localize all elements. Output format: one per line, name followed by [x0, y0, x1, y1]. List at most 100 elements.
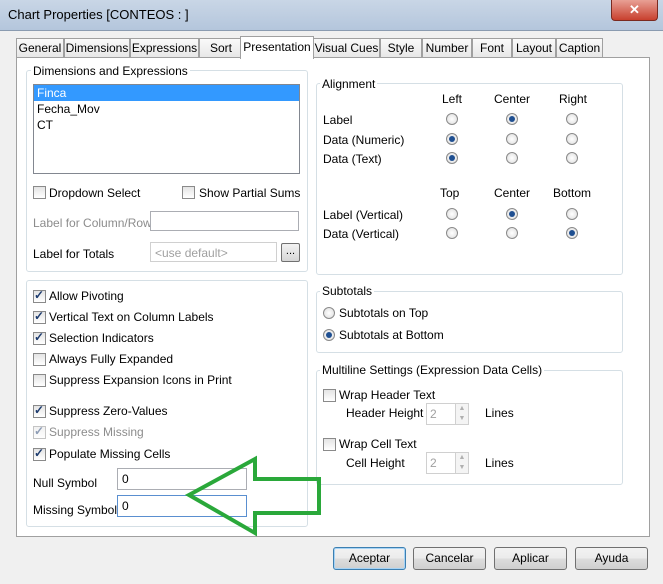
alignment-group-label: Alignment [320, 77, 378, 91]
missing-symbol-label: Missing Symbol [33, 503, 118, 517]
wrap-header-checkbox[interactable] [323, 389, 336, 402]
valign-row-data: Data (Vertical) [323, 227, 400, 241]
align-label-center-radio[interactable] [506, 113, 518, 125]
tab-general[interactable]: General [16, 38, 64, 58]
align-numeric-right-radio[interactable] [566, 133, 578, 145]
align-header-left: Left [442, 92, 463, 106]
align-text-center-radio[interactable] [506, 152, 518, 164]
vertical-text-checkbox[interactable] [33, 309, 46, 324]
suppress-expansion-icons-checkbox[interactable] [33, 374, 46, 387]
subtotals-top-label: Subtotals on Top [339, 306, 429, 320]
tab-expressions[interactable]: Expressions [130, 38, 199, 58]
header-height-input[interactable]: 2 [426, 403, 456, 425]
multiline-group-label: Multiline Settings (Expression Data Cell… [320, 363, 545, 377]
subtotals-group-label: Subtotals [320, 284, 375, 298]
dims-expr-group-label: Dimensions and Expressions [31, 64, 190, 78]
valign-row-label: Label (Vertical) [323, 208, 404, 222]
cell-height-input[interactable]: 2 [426, 452, 456, 474]
annotation-arrow-shape [185, 455, 321, 537]
valign-data-bottom-radio[interactable] [566, 227, 578, 239]
valign-data-center-radio[interactable] [506, 227, 518, 239]
align-header-center: Center [494, 92, 531, 106]
list-item[interactable]: CT [34, 117, 299, 133]
selection-indicators-label: Selection Indicators [49, 331, 154, 345]
tab-presentation[interactable]: Presentation [240, 36, 314, 59]
alignment-group [316, 83, 623, 275]
tab-sort[interactable]: Sort [199, 38, 243, 58]
valign-label-bottom-radio[interactable] [566, 208, 578, 220]
valign-label-top-radio[interactable] [446, 208, 458, 220]
align-header-right: Right [559, 92, 588, 106]
align-label-right-radio[interactable] [566, 113, 578, 125]
selection-indicators-checkbox[interactable] [33, 330, 46, 345]
wrap-cell-checkbox[interactable] [323, 438, 336, 451]
subtotals-top-radio[interactable] [323, 307, 335, 319]
allow-pivoting-label: Allow Pivoting [49, 289, 124, 303]
tab-style[interactable]: Style [380, 38, 422, 58]
cancel-button[interactable]: Cancelar [413, 547, 486, 570]
annotation-arrow-icon [185, 455, 321, 537]
vertical-text-label: Vertical Text on Column Labels [49, 310, 214, 324]
cell-height-label: Cell Height [346, 456, 405, 470]
ok-button[interactable]: Aceptar [333, 547, 406, 570]
subtotals-group [316, 291, 623, 353]
close-button[interactable]: ✕ [611, 0, 658, 21]
label-for-totals-label: Label for Totals [33, 247, 115, 261]
align-numeric-center-radio[interactable] [506, 133, 518, 145]
align-label-left-radio[interactable] [446, 113, 458, 125]
tab-number[interactable]: Number [422, 38, 472, 58]
suppress-expansion-icons-label: Suppress Expansion Icons in Print [49, 373, 232, 387]
tab-visual-cues[interactable]: Visual Cues [313, 38, 380, 58]
header-height-stepper[interactable]: ▲ ▼ [455, 403, 469, 425]
suppress-missing-checkbox[interactable] [33, 424, 46, 439]
align-numeric-left-radio[interactable] [446, 133, 458, 145]
subtotals-bottom-radio[interactable] [323, 329, 335, 341]
align-text-left-radio[interactable] [446, 152, 458, 164]
header-height-label: Header Height [346, 406, 424, 420]
show-partial-sums-label: Show Partial Sums [199, 186, 301, 200]
close-icon: ✕ [629, 2, 640, 17]
populate-missing-cells-checkbox[interactable] [33, 446, 46, 461]
tab-layout[interactable]: Layout [512, 38, 556, 58]
wrap-cell-label: Wrap Cell Text [339, 437, 417, 451]
align-row-label: Label [323, 113, 353, 127]
list-item[interactable]: Fecha_Mov [34, 101, 299, 117]
apply-button[interactable]: Aplicar [494, 547, 567, 570]
show-partial-sums-checkbox[interactable] [182, 186, 195, 199]
title-bar: Chart Properties [CONTEOS : ] ✕ [0, 0, 663, 31]
cell-height-stepper[interactable]: ▲ ▼ [455, 452, 469, 474]
label-for-totals-input[interactable]: <use default> [150, 242, 277, 262]
always-expanded-label: Always Fully Expanded [49, 352, 174, 366]
suppress-zero-values-label: Suppress Zero-Values [49, 404, 168, 418]
cell-height-unit: Lines [485, 456, 514, 470]
tab-font[interactable]: Font [472, 38, 512, 58]
tab-dimensions[interactable]: Dimensions [64, 38, 130, 58]
suppress-missing-label: Suppress Missing [49, 425, 144, 439]
tab-caption[interactable]: Caption [556, 38, 603, 58]
align-row-data-numeric: Data (Numeric) [323, 133, 405, 147]
valign-header-top: Top [440, 186, 460, 200]
label-column-row-label: Label for Column/Row [33, 216, 152, 230]
wrap-header-label: Wrap Header Text [339, 388, 436, 402]
align-row-data-text: Data (Text) [323, 152, 382, 166]
populate-missing-cells-label: Populate Missing Cells [49, 447, 171, 461]
null-symbol-label: Null Symbol [33, 476, 98, 490]
dropdown-select-checkbox[interactable] [33, 186, 46, 199]
label-totals-browse-button[interactable]: ... [281, 243, 300, 262]
help-button[interactable]: Ayuda [575, 547, 648, 570]
suppress-zero-values-checkbox[interactable] [33, 403, 46, 418]
valign-header-bottom: Bottom [553, 186, 592, 200]
list-item[interactable]: Finca [34, 85, 299, 101]
dropdown-select-label: Dropdown Select [49, 186, 141, 200]
align-text-right-radio[interactable] [566, 152, 578, 164]
dims-expr-listbox[interactable]: Finca Fecha_Mov CT [33, 84, 300, 174]
valign-data-top-radio[interactable] [446, 227, 458, 239]
window-title: Chart Properties [CONTEOS : ] [8, 7, 189, 22]
subtotals-bottom-label: Subtotals at Bottom [339, 328, 444, 342]
label-column-row-input[interactable] [150, 211, 299, 231]
allow-pivoting-checkbox[interactable] [33, 288, 46, 303]
header-height-unit: Lines [485, 406, 514, 420]
always-expanded-checkbox[interactable] [33, 353, 46, 366]
valign-label-center-radio[interactable] [506, 208, 518, 220]
valign-header-center: Center [494, 186, 531, 200]
